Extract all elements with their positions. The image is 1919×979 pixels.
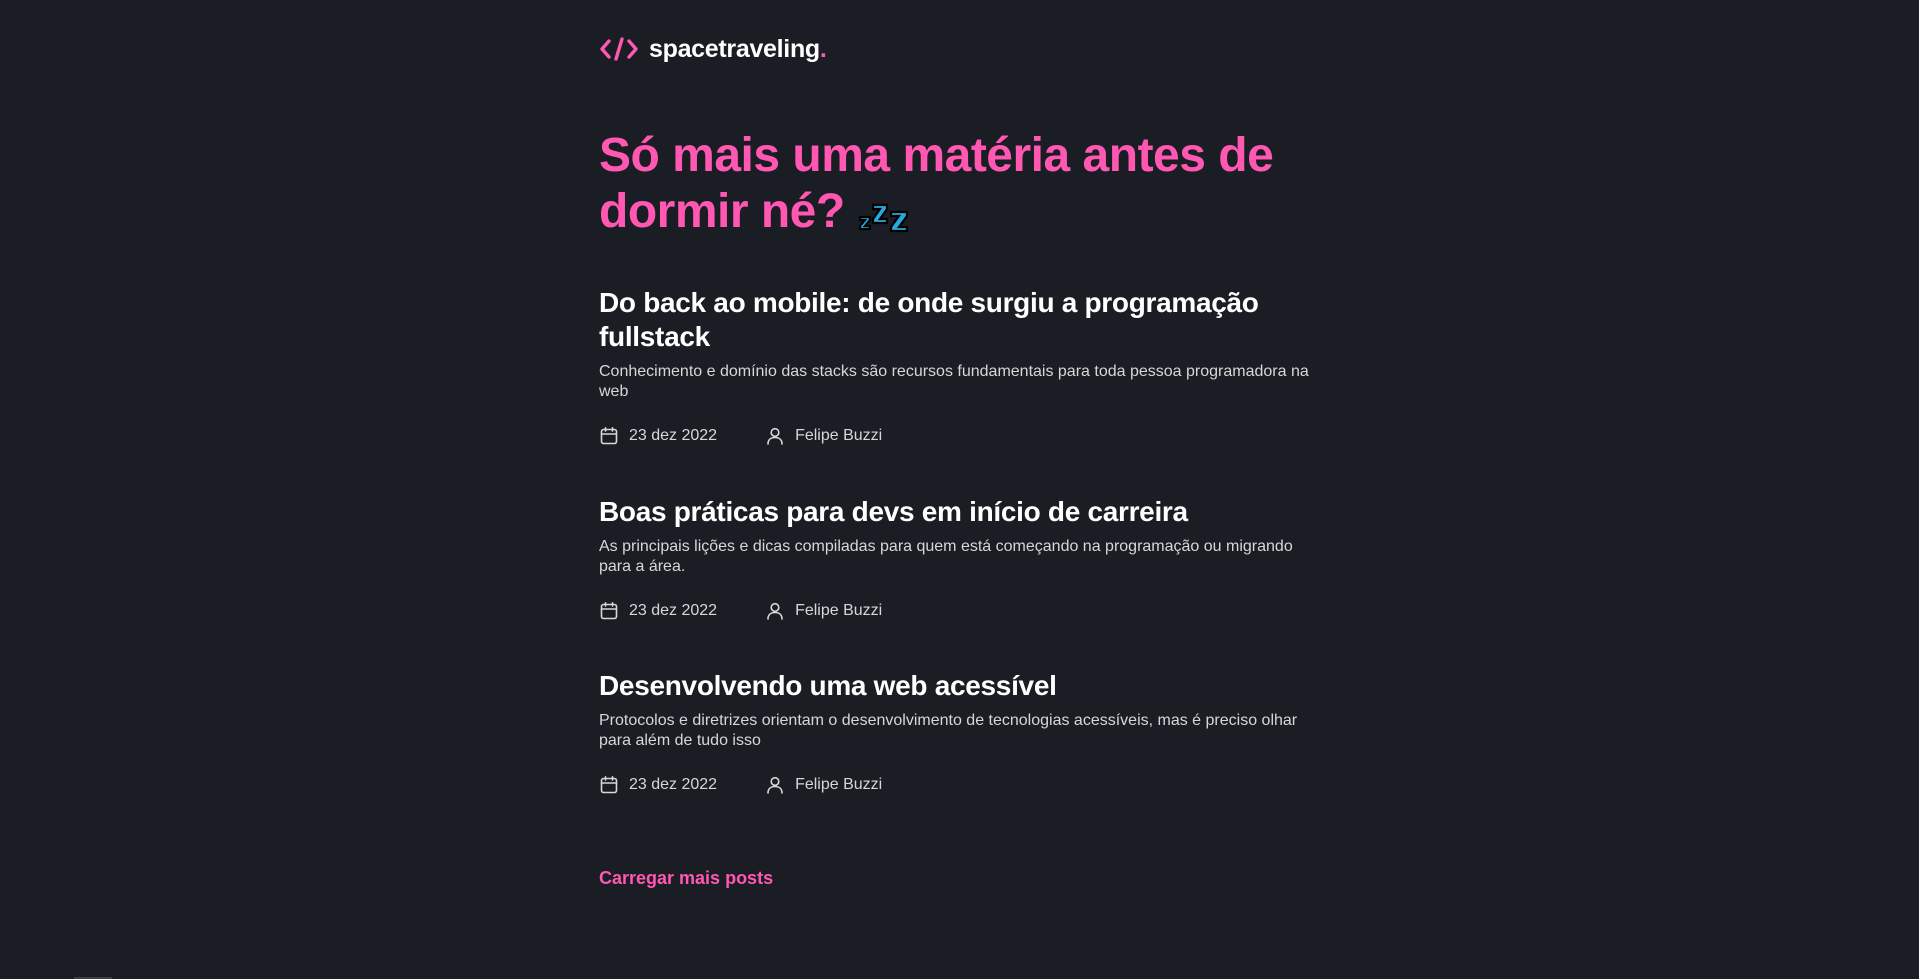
post-subtitle: As principais lições e dicas compiladas … [599,538,1293,575]
post-item[interactable]: Do back ao mobile: de onde surgiu a prog… [599,286,1319,448]
post-title[interactable]: Boas práticas para devs em início de car… [599,495,1319,529]
post-item[interactable]: Desenvolvendo uma web acessível Protocol… [599,669,1319,797]
user-icon [765,426,785,446]
user-icon [765,775,785,795]
post-date-text: 23 dez 2022 [629,602,718,619]
post-date: 23 dez 2022 [599,601,717,621]
calendar-icon [599,426,619,446]
post-meta: 23 dez 2022 Felipe Buzzi [599,424,1319,448]
logo-text: spacetraveling [649,34,820,63]
post-meta: 23 dez 2022 Felipe Buzzi [599,599,1319,623]
post-date-text: 23 dez 2022 [629,427,718,444]
post-author: Felipe Buzzi [765,601,882,621]
post-date: 23 dez 2022 [599,775,717,795]
post-title[interactable]: Do back ao mobile: de onde surgiu a prog… [599,286,1319,354]
load-more-button[interactable]: Carregar mais posts [599,868,773,889]
calendar-icon [599,601,619,621]
page-title: Só mais uma matéria antes de dormir né? [599,128,1319,240]
post-author-text: Felipe Buzzi [795,427,883,444]
post-author-text: Felipe Buzzi [795,776,883,793]
post-subtitle: Conhecimento e domínio das stacks são re… [599,363,1309,400]
post-item[interactable]: Boas práticas para devs em início de car… [599,495,1319,623]
logo-dot: . [819,34,827,63]
code-brackets-icon [599,34,639,64]
sleeping-zzz-icon [857,194,913,234]
post-date-text: 23 dez 2022 [629,776,718,793]
site-logo[interactable]: spacetraveling . [599,34,827,64]
user-icon [765,601,785,621]
calendar-icon [599,775,619,795]
post-meta: 23 dez 2022 Felipe Buzzi [599,773,1319,797]
post-author: Felipe Buzzi [765,775,882,795]
page-title-text: Só mais uma matéria antes de dormir né? [599,129,1274,238]
post-author-text: Felipe Buzzi [795,602,883,619]
post-author: Felipe Buzzi [765,426,882,446]
post-title[interactable]: Desenvolvendo uma web acessível [599,669,1319,703]
post-subtitle: Protocolos e diretrizes orientam o desen… [599,712,1298,749]
post-date: 23 dez 2022 [599,426,717,446]
